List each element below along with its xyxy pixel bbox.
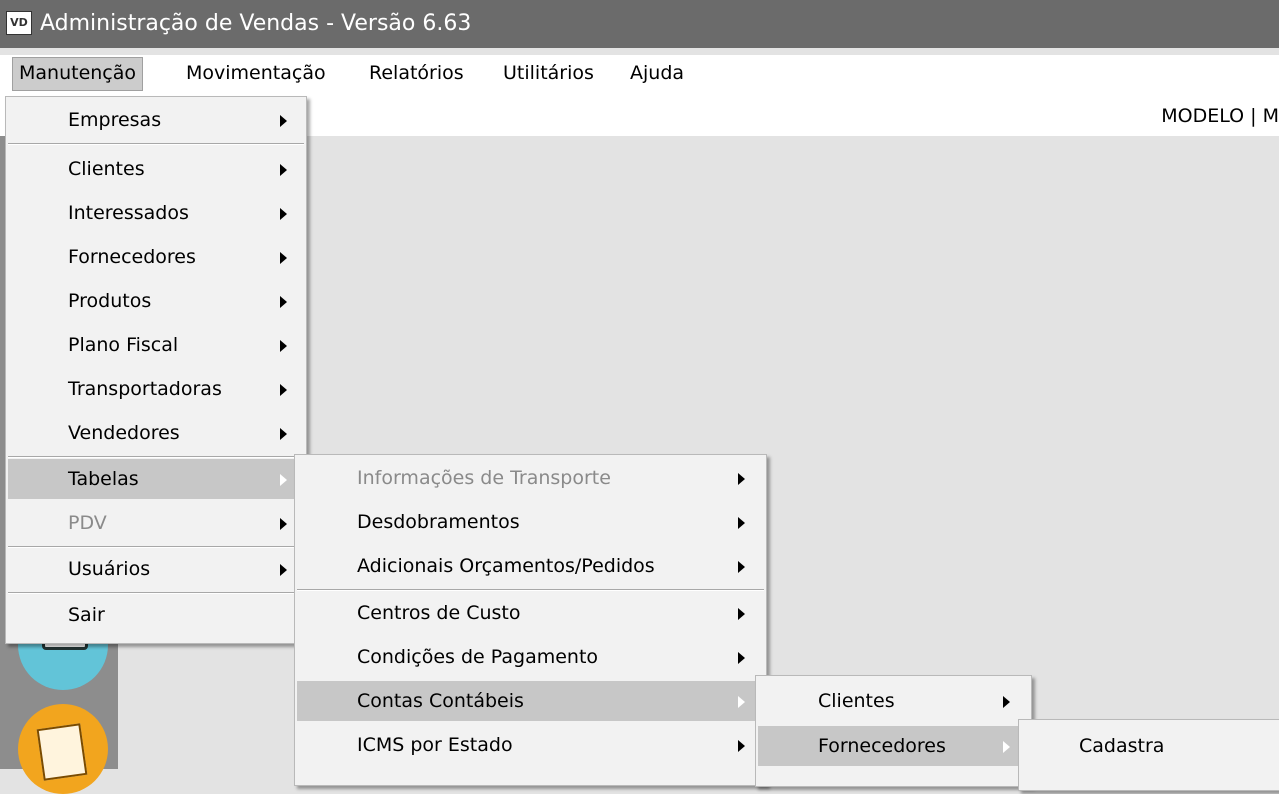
menu-movimentacao[interactable]: Movimentação xyxy=(180,57,332,89)
submenu-arrow-icon xyxy=(1003,696,1010,708)
menu-item-centros-custo[interactable]: Centros de Custo xyxy=(297,593,764,633)
menu-item-empresas[interactable]: Empresas xyxy=(8,100,304,140)
menu-item-contas-fornecedores[interactable]: Fornecedores xyxy=(758,726,1029,766)
title-bar: VD Administração de Vendas - Versão 6.63 xyxy=(0,0,1279,48)
document-app-icon[interactable] xyxy=(18,704,108,794)
submenu-arrow-icon xyxy=(280,164,287,176)
menu-item-adicionais-orcamentos[interactable]: Adicionais Orçamentos/Pedidos xyxy=(297,546,764,586)
menu-item-icms-estado[interactable]: ICMS por Estado xyxy=(297,725,764,765)
menu-item-contas-contabeis[interactable]: Contas Contábeis xyxy=(297,681,764,721)
company-label: MODELO | M xyxy=(1161,105,1279,127)
menu-bar: Manutenção Movimentação Relatórios Utili… xyxy=(0,55,1279,91)
menu-ajuda[interactable]: Ajuda xyxy=(624,57,690,89)
menu-item-clientes[interactable]: Clientes xyxy=(8,149,304,189)
submenu-arrow-icon xyxy=(738,652,745,664)
submenu-arrow-icon xyxy=(738,561,745,573)
submenu-arrow-icon xyxy=(1003,741,1010,753)
menu-item-transportadoras[interactable]: Transportadoras xyxy=(8,369,304,409)
menu-tabelas-submenu: Informações de Transporte Desdobramentos… xyxy=(294,454,767,786)
submenu-arrow-icon xyxy=(280,428,287,440)
menu-item-interessados[interactable]: Interessados xyxy=(8,193,304,233)
submenu-arrow-icon xyxy=(280,208,287,220)
submenu-arrow-icon xyxy=(280,252,287,264)
menu-item-desdobramentos[interactable]: Desdobramentos xyxy=(297,502,764,542)
menu-fornecedores-submenu: Cadastra xyxy=(1018,719,1279,791)
menu-item-informacoes-transporte: Informações de Transporte xyxy=(297,458,764,498)
menu-item-tabelas[interactable]: Tabelas xyxy=(8,459,304,499)
menu-item-usuarios[interactable]: Usuários xyxy=(8,549,304,589)
submenu-arrow-icon xyxy=(280,474,287,486)
menu-item-sair[interactable]: Sair xyxy=(8,595,304,635)
menu-item-cadastra[interactable]: Cadastra xyxy=(1021,726,1279,766)
submenu-arrow-icon xyxy=(280,340,287,352)
menu-utilitarios[interactable]: Utilitários xyxy=(497,57,600,89)
menu-separator xyxy=(8,456,304,458)
submenu-arrow-icon xyxy=(738,473,745,485)
submenu-arrow-icon xyxy=(738,517,745,529)
app-icon[interactable]: VD xyxy=(6,11,32,35)
submenu-arrow-icon xyxy=(280,384,287,396)
submenu-arrow-icon xyxy=(738,608,745,620)
menu-item-pdv: PDV xyxy=(8,503,304,543)
submenu-arrow-icon xyxy=(280,296,287,308)
menu-separator xyxy=(8,546,304,548)
menu-item-contas-clientes[interactable]: Clientes xyxy=(758,681,1029,721)
menu-relatorios[interactable]: Relatórios xyxy=(363,57,470,89)
menu-item-fornecedores[interactable]: Fornecedores xyxy=(8,237,304,277)
menu-item-plano-fiscal[interactable]: Plano Fiscal xyxy=(8,325,304,365)
menu-separator xyxy=(8,143,304,145)
menu-separator xyxy=(297,589,764,591)
menu-item-condicoes-pagamento[interactable]: Condições de Pagamento xyxy=(297,637,764,677)
menu-separator xyxy=(8,592,304,594)
menu-item-produtos[interactable]: Produtos xyxy=(8,281,304,321)
menu-manutencao-dropdown: Empresas Clientes Interessados Fornecedo… xyxy=(5,96,307,644)
submenu-arrow-icon xyxy=(738,696,745,708)
submenu-arrow-icon xyxy=(738,740,745,752)
menu-manutencao[interactable]: Manutenção xyxy=(12,57,144,91)
menu-item-vendedores[interactable]: Vendedores xyxy=(8,413,304,453)
window-title: Administração de Vendas - Versão 6.63 xyxy=(40,11,472,36)
menu-contas-contabeis-submenu: Clientes Fornecedores xyxy=(755,675,1032,787)
submenu-arrow-icon xyxy=(280,115,287,127)
submenu-arrow-icon xyxy=(280,518,287,530)
submenu-arrow-icon xyxy=(280,564,287,576)
